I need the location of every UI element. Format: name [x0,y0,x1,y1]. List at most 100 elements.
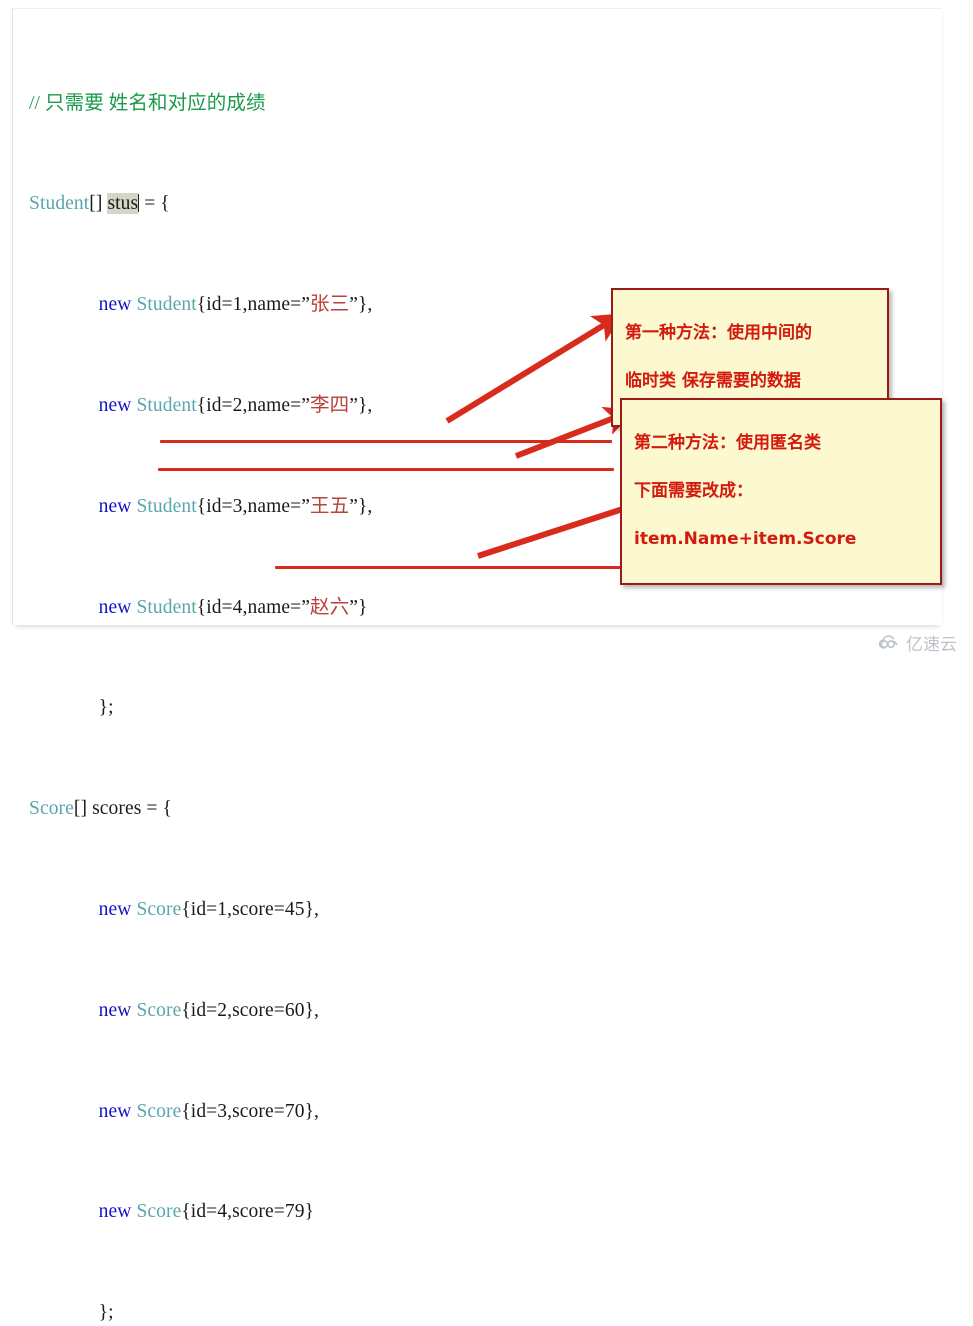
code-line-5: new Student{id=3,name=”王五”}, [29,494,541,519]
student-name-1: 张三 [310,294,350,316]
score-expr: ,score= [227,999,285,1021]
student-id-1: 1 [232,294,243,316]
type-score: Score [29,798,74,820]
type-student: Student [136,294,197,316]
id-expr: {id= [196,596,233,618]
type-score: Score [136,1100,182,1122]
kw-new: new [98,395,132,416]
array-brackets: [] [89,193,108,215]
close-s2: }, [304,999,319,1021]
score-value-3: 70 [284,1100,305,1122]
type-student: Student [136,596,197,618]
close-s1: }, [304,898,319,920]
cloud-icon [879,635,901,650]
callout-one-line-2: 临时类 保存需要的数据 [625,371,801,391]
kw-new: new [98,1100,132,1122]
close-1: ”}, [349,294,373,316]
score-value-1: 45 [284,898,305,920]
watermark: 亿速云 [879,630,957,655]
screenshot-root: // 只需要 姓名和对应的成绩 Student[] stus = { new S… [0,0,973,1323]
selected-identifier-stus[interactable]: stus [107,193,139,215]
type-student: Student [136,495,197,517]
score-id-3: 3 [217,1100,228,1122]
close-s4: } [304,1201,315,1223]
id-expr: {id= [196,495,233,517]
student-id-4: 4 [232,596,243,618]
code-line-2: Student[] stus = { [29,191,541,216]
id-expr: {id= [181,1201,218,1223]
code-line-1: // 只需要 姓名和对应的成绩 [29,91,541,116]
id-expr: {id= [181,898,218,920]
code-line-10: new Score{id=2,score=60}, [29,998,541,1023]
id-expr: {id= [181,1100,218,1122]
watermark-text: 亿速云 [906,635,957,655]
type-student: Student [29,193,90,215]
underline-commented-select [158,468,614,471]
code-line-9: new Score{id=1,score=45}, [29,897,541,922]
kw-new: new [98,898,132,920]
scores-decl: [] [73,798,93,820]
code-line-6: new Student{id=4,name=”赵六”} [29,595,541,620]
code-line-12: new Score{id=4,score=79} [29,1199,541,1224]
comment-text: // 只需要 姓名和对应的成绩 [29,92,266,114]
type-student: Student [136,395,197,416]
score-id-2: 2 [217,999,228,1021]
id-expr: {id= [196,395,233,416]
kw-new: new [98,596,132,618]
student-name-2: 李四 [310,395,350,416]
var-scores: scores [92,798,142,820]
code-line-11: new Score{id=3,score=70}, [29,1099,541,1124]
code-line-3: new Student{id=1,name=”张三”}, [29,292,541,317]
callout-two-line-1: 第二种方法：使用匿名类 [634,433,821,453]
student-name-3: 王五 [310,495,350,517]
kw-new: new [98,495,132,517]
code-block[interactable]: // 只需要 姓名和对应的成绩 Student[] stus = { new S… [29,15,541,1326]
assign-open-brace-2: = { [141,798,172,820]
array-close-2: }; [29,1302,114,1324]
kw-new: new [98,294,132,316]
code-line-13: }; [29,1300,541,1325]
id-expr: {id= [181,999,218,1021]
kw-new: new [98,1201,132,1223]
type-score: Score [136,999,182,1021]
name-expr: ,name=” [242,495,310,517]
code-line-7: }; [29,695,541,720]
type-score: Score [136,898,182,920]
assign-open-brace: = { [139,193,170,215]
name-expr: ,name=” [242,395,310,416]
code-line-8: Score[] scores = { [29,796,541,821]
code-line-4: new Student{id=2,name=”李四”}, [29,393,541,418]
id-expr: {id= [196,294,233,316]
score-expr: ,score= [227,1100,285,1122]
score-id-4: 4 [217,1201,228,1223]
array-close-1: }; [29,697,114,719]
type-score: Score [136,1201,182,1223]
close-2: ”}, [349,395,373,416]
score-value-4: 79 [284,1201,305,1223]
kw-new: new [98,999,132,1021]
score-id-1: 1 [217,898,228,920]
close-3: ”}, [349,495,373,517]
name-expr: ,name=” [242,294,310,316]
callout-two-line-3: item.Name+item.Score [634,529,857,549]
callout-method-two: 第二种方法：使用匿名类 下面需要改成： item.Name+item.Score [620,398,942,585]
name-expr: ,name=” [242,596,310,618]
student-id-3: 3 [232,495,243,517]
close-4: ”} [349,596,368,618]
student-name-4: 赵六 [310,596,350,618]
score-expr: ,score= [227,1201,285,1223]
callout-two-line-2: 下面需要改成： [634,481,753,501]
callout-one-line-1: 第一种方法：使用中间的 [625,323,812,343]
score-expr: ,score= [227,898,285,920]
score-value-2: 60 [284,999,305,1021]
student-id-2: 2 [232,395,243,416]
underline-select-temp [160,440,612,443]
